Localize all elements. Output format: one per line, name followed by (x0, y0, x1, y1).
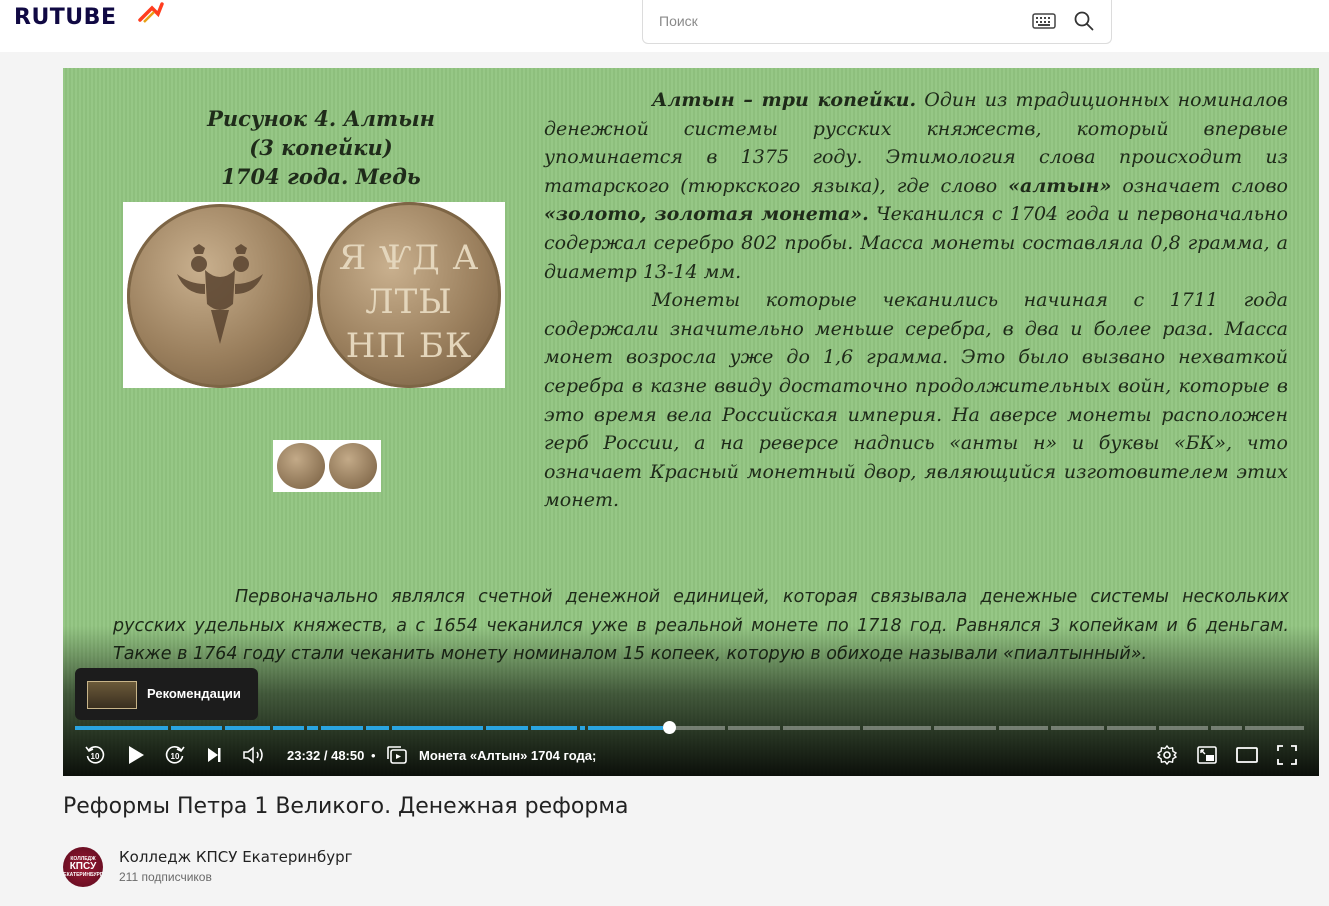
paragraph-text: означает слово (1122, 174, 1288, 197)
progress-segment (1210, 726, 1243, 730)
progress-played-segment (486, 726, 528, 730)
progress-segment (999, 726, 1048, 730)
progress-played-segment (225, 726, 271, 730)
forward-10-button[interactable]: 10 (163, 744, 187, 766)
skip-next-icon (208, 748, 221, 762)
svg-text:10: 10 (171, 752, 180, 761)
progress-segment (1245, 726, 1304, 730)
recommendation-thumbnail (87, 681, 137, 709)
search-input[interactable] (659, 10, 1019, 32)
highlight-word: «алтын» (1008, 174, 1112, 197)
paragraph-heading: Алтын – три копейки. (652, 89, 917, 111)
play-button[interactable] (125, 744, 147, 766)
pip-button[interactable] (1195, 744, 1219, 766)
rewind-10-button[interactable]: 10 (83, 744, 107, 766)
coin-image: Я ѰД А ЛТЫ НП БК (123, 202, 505, 388)
recommendations-label: Рекомендации (147, 686, 241, 701)
progress-segment (863, 726, 931, 730)
next-video-button[interactable] (204, 744, 224, 766)
paragraph: Монеты которые чеканились начиная с 1711… (544, 289, 1288, 512)
slide-description: Алтын – три копейки. Один из традиционны… (544, 86, 1288, 515)
avatar-text: КОЛЛЕДЖ КПСУ ЕКАТЕРИНБУРГ (63, 856, 103, 878)
progress-bar[interactable] (75, 721, 1307, 734)
progress-segment (1159, 726, 1208, 730)
figure-caption: Рисунок 4. Алтын (3 копейки) 1704 года. … (181, 104, 461, 191)
progress-played-segment (75, 726, 169, 730)
recommendations-button[interactable]: Рекомендации (75, 668, 258, 720)
search-box (642, 0, 1112, 44)
theater-mode-button[interactable] (1234, 744, 1260, 766)
svg-text:10: 10 (91, 752, 100, 761)
coin-obverse (127, 204, 313, 388)
chapters-icon (387, 746, 407, 764)
separator-dot: • (371, 748, 376, 763)
thumb-coin-obverse (277, 443, 325, 489)
progress-segment (727, 726, 781, 730)
chapter-title[interactable]: Монета «Алтын» 1704 года; (419, 748, 596, 763)
caption-line: (3 копейки) (249, 135, 393, 160)
progress-scrubber[interactable] (662, 721, 676, 734)
caption-line: 1704 года. Медь (221, 164, 421, 189)
top-bar: RUTUBE (0, 0, 1329, 52)
theater-mode-icon (1236, 747, 1258, 763)
keyboard-icon[interactable] (1032, 12, 1056, 30)
progress-played-segment (365, 726, 389, 730)
logo-mark-icon (138, 2, 164, 23)
volume-icon (243, 746, 263, 764)
gear-icon (1157, 745, 1177, 765)
channel-avatar[interactable]: КОЛЛЕДЖ КПСУ ЕКАТЕРИНБУРГ (63, 847, 103, 887)
double-headed-eagle-icon (177, 244, 263, 344)
caption-line: Рисунок 4. Алтын (207, 106, 435, 131)
settings-button[interactable] (1155, 744, 1179, 766)
channel-name[interactable]: Колледж КПСУ Екатеринбург (119, 848, 353, 866)
coin-reverse: Я ѰД А ЛТЫ НП БК (317, 202, 501, 388)
chapters-button[interactable] (385, 744, 409, 766)
paragraph: Алтын – три копейки. Один из традиционны… (544, 86, 1288, 286)
thumb-coin-reverse (329, 443, 377, 489)
fullscreen-button[interactable] (1275, 744, 1299, 766)
progress-segment (783, 726, 861, 730)
subscriber-count: 211 подписчиков (119, 870, 212, 884)
time-display: 23:32 / 48:50 (287, 748, 365, 763)
fullscreen-icon (1277, 745, 1297, 765)
rewind-10-icon: 10 (85, 746, 105, 764)
forward-10-icon: 10 (165, 746, 185, 764)
progress-segment (933, 726, 996, 730)
volume-button[interactable] (241, 744, 267, 766)
progress-played-segment (587, 726, 664, 730)
progress-played-segment (171, 726, 223, 730)
progress-segment (1050, 726, 1105, 730)
rutube-logo[interactable]: RUTUBE (14, 5, 116, 30)
highlight-word: «золото, золотая монета». (544, 203, 869, 226)
video-player[interactable]: Рисунок 4. Алтын (3 копейки) 1704 года. … (63, 68, 1319, 776)
progress-played-segment (306, 726, 319, 730)
progress-played-segment (530, 726, 578, 730)
progress-played-segment (321, 726, 363, 730)
play-icon (129, 746, 144, 764)
progress-played-segment (580, 726, 585, 730)
video-title: Реформы Петра 1 Великого. Денежная рефор… (63, 794, 629, 819)
search-icon[interactable] (1073, 10, 1095, 32)
picture-in-picture-icon (1197, 746, 1217, 764)
coin-thumbnail (273, 440, 381, 492)
progress-played-segment (273, 726, 304, 730)
coin-inscription: Я ѰД А ЛТЫ НП БК (338, 238, 480, 366)
progress-segment (1107, 726, 1157, 730)
progress-segment (668, 726, 725, 730)
progress-played-segment (391, 726, 484, 730)
